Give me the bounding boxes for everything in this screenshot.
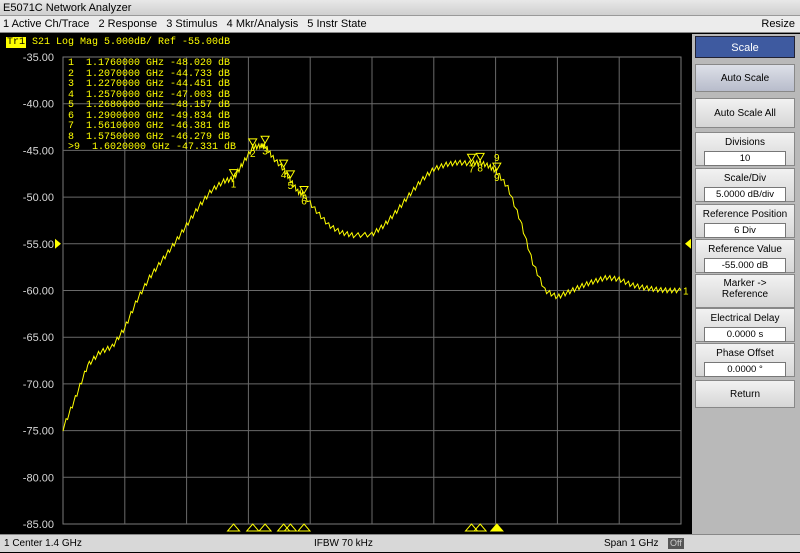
marker-table: 1 1.1760000 GHz -48.020 dB 2 1.2070000 G…: [68, 58, 237, 154]
menu-bar: 1 Active Ch/Trace 2 Response 3 Stimulus …: [0, 16, 800, 33]
marker-to-reference-button[interactable]: Marker -> Reference: [695, 274, 795, 308]
reference-position-button[interactable]: Reference Position 6 Div: [695, 204, 795, 238]
status-bar: 1 Center 1.4 GHz IFBW 70 kHz Span 1 GHz …: [0, 534, 800, 552]
auto-scale-all-label: Auto Scale All: [714, 108, 776, 119]
marker-3-triangle: [260, 135, 270, 145]
trace-header-text: S21 Log Mag 5.000dB/ Ref -55.00dB: [32, 37, 231, 48]
scale-div-button[interactable]: Scale/Div 5.0000 dB/div: [695, 168, 795, 202]
window-title: E5071C Network Analyzer: [3, 2, 132, 14]
marker-1-label: 1: [231, 180, 237, 191]
softkey-panel: Scale Auto Scale Auto Scale All Division…: [692, 34, 800, 534]
scale-title-label: Scale: [731, 42, 759, 54]
y-tick-label: -55.00: [23, 239, 54, 251]
trace-id-badge[interactable]: Tr1: [6, 37, 27, 48]
y-tick-label: -45.00: [23, 145, 54, 157]
marker-6-triangle: [299, 186, 309, 195]
y-tick-label: -70.00: [23, 379, 54, 391]
y-tick-label: -40.00: [23, 99, 54, 111]
resize-button[interactable]: Resize: [761, 16, 795, 33]
reference-value-value[interactable]: -55.000 dB: [704, 258, 786, 273]
reference-position-value[interactable]: 6 Div: [704, 223, 786, 238]
marker-row-9: >9 1.6020000 GHz -47.331 dB: [68, 142, 237, 153]
status-off-badge[interactable]: Off: [668, 538, 684, 549]
menu-instr-state[interactable]: 5 Instr State: [304, 16, 369, 33]
trace-end-label: 1: [683, 287, 689, 298]
menu-active-ch-trace[interactable]: 1 Active Ch/Trace: [0, 16, 92, 33]
y-tick-label: -50.00: [23, 192, 54, 204]
menu-response[interactable]: 2 Response: [95, 16, 160, 33]
marker-row-7: 7 1.5610000 GHz -46.381 dB: [68, 121, 231, 132]
reference-value-button[interactable]: Reference Value -55.000 dB: [695, 239, 795, 273]
y-tick-label: -60.00: [23, 286, 54, 298]
menu-mkr-analysis[interactable]: 4 Mkr/Analysis: [224, 16, 302, 33]
status-ifbw: IFBW 70 kHz: [314, 538, 373, 549]
ref-arrow-right: [685, 238, 691, 249]
auto-scale-label: Auto Scale: [720, 73, 770, 84]
marker-8-label: 8: [477, 163, 483, 174]
marker-3-bottom-indicator: [257, 523, 273, 532]
status-span: Span 1 GHz: [604, 538, 659, 549]
marker-row-5: 5 1.2680000 GHz -48.157 dB: [68, 100, 231, 111]
y-tick-label: -35.00: [23, 52, 54, 64]
scale-div-value[interactable]: 5.0000 dB/div: [704, 187, 786, 202]
divisions-label: Divisions: [724, 137, 765, 148]
marker-row-3: 3 1.2270000 GHz -44.451 dB: [68, 79, 231, 90]
marker-7-label: 7: [469, 164, 475, 175]
phase-offset-button[interactable]: Phase Offset 0.0000 °: [695, 343, 795, 377]
marker-2-bottom-indicator: [245, 523, 260, 532]
marker-6-bottom-indicator: [296, 523, 312, 532]
status-center: 1 Center 1.4 GHz: [4, 538, 82, 549]
electrical-delay-value[interactable]: 0.0000 s: [704, 327, 786, 342]
auto-scale-button[interactable]: Auto Scale: [695, 64, 795, 92]
marker-6-label: 6: [301, 197, 307, 208]
marker-ref-line1: Marker ->: [723, 278, 767, 289]
marker-5-label: 5: [288, 181, 294, 192]
marker-4-label: 4: [281, 170, 287, 181]
menu-stimulus[interactable]: 3 Stimulus: [163, 16, 220, 33]
electrical-delay-button[interactable]: Electrical Delay 0.0000 s: [695, 308, 795, 342]
y-tick-label: -75.00: [23, 426, 54, 438]
phase-offset-label: Phase Offset: [716, 348, 774, 359]
marker-3-label: 3: [262, 146, 268, 157]
divisions-button[interactable]: Divisions 10: [695, 132, 795, 166]
marker-9-label: 9: [494, 173, 500, 184]
reference-position-label: Reference Position: [702, 209, 788, 220]
softkey-scale-title: Scale: [695, 36, 795, 58]
trace-header: Tr1 S21 Log Mag 5.000dB/ Ref -55.00dB: [6, 37, 230, 48]
marker-active-top-label: 9: [494, 153, 500, 164]
electrical-delay-label: Electrical Delay: [710, 313, 780, 324]
return-button[interactable]: Return: [695, 380, 795, 408]
auto-scale-all-button[interactable]: Auto Scale All: [695, 98, 795, 128]
divisions-value[interactable]: 10: [704, 151, 786, 166]
ref-arrow-left: [55, 238, 61, 249]
marker-ref-line2: Reference: [721, 289, 769, 300]
trace-graph: -35.00 -40.00 -45.00 -50.00 -55.00 -60.00 -65.…: [0, 34, 692, 534]
marker-9-bottom-indicator: [489, 523, 504, 532]
scale-div-label: Scale/Div: [723, 173, 767, 184]
phase-offset-value[interactable]: 0.0000 °: [704, 362, 786, 377]
window-title-bar: E5071C Network Analyzer: [0, 0, 800, 16]
y-tick-label: -85.00: [23, 519, 54, 531]
return-label: Return: [729, 389, 760, 400]
reference-value-label: Reference Value: [708, 244, 782, 255]
marker-2-label: 2: [250, 149, 256, 160]
marker-7-triangle: [466, 153, 477, 163]
marker-row-1: 1 1.1760000 GHz -48.020 dB: [68, 58, 231, 69]
y-tick-label: -80.00: [23, 472, 54, 484]
y-tick-label: -65.00: [23, 332, 54, 344]
marker-1-bottom-indicator: [226, 523, 241, 532]
